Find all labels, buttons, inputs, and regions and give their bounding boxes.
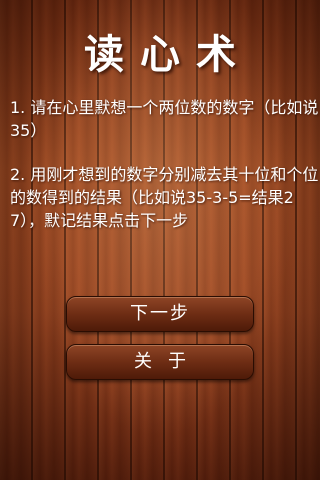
about-button[interactable]: 关于	[66, 344, 254, 380]
next-step-button[interactable]: 下一步	[66, 296, 254, 332]
instruction-step-1: 1. 请在心里默想一个两位数的数字（比如说35）	[10, 98, 319, 140]
instruction-step-2: 2. 用刚才想到的数字分别减去其十位和个位的数得到的结果（比如说35-3-5=结…	[10, 165, 319, 230]
app-title: 读心术	[84, 32, 252, 78]
